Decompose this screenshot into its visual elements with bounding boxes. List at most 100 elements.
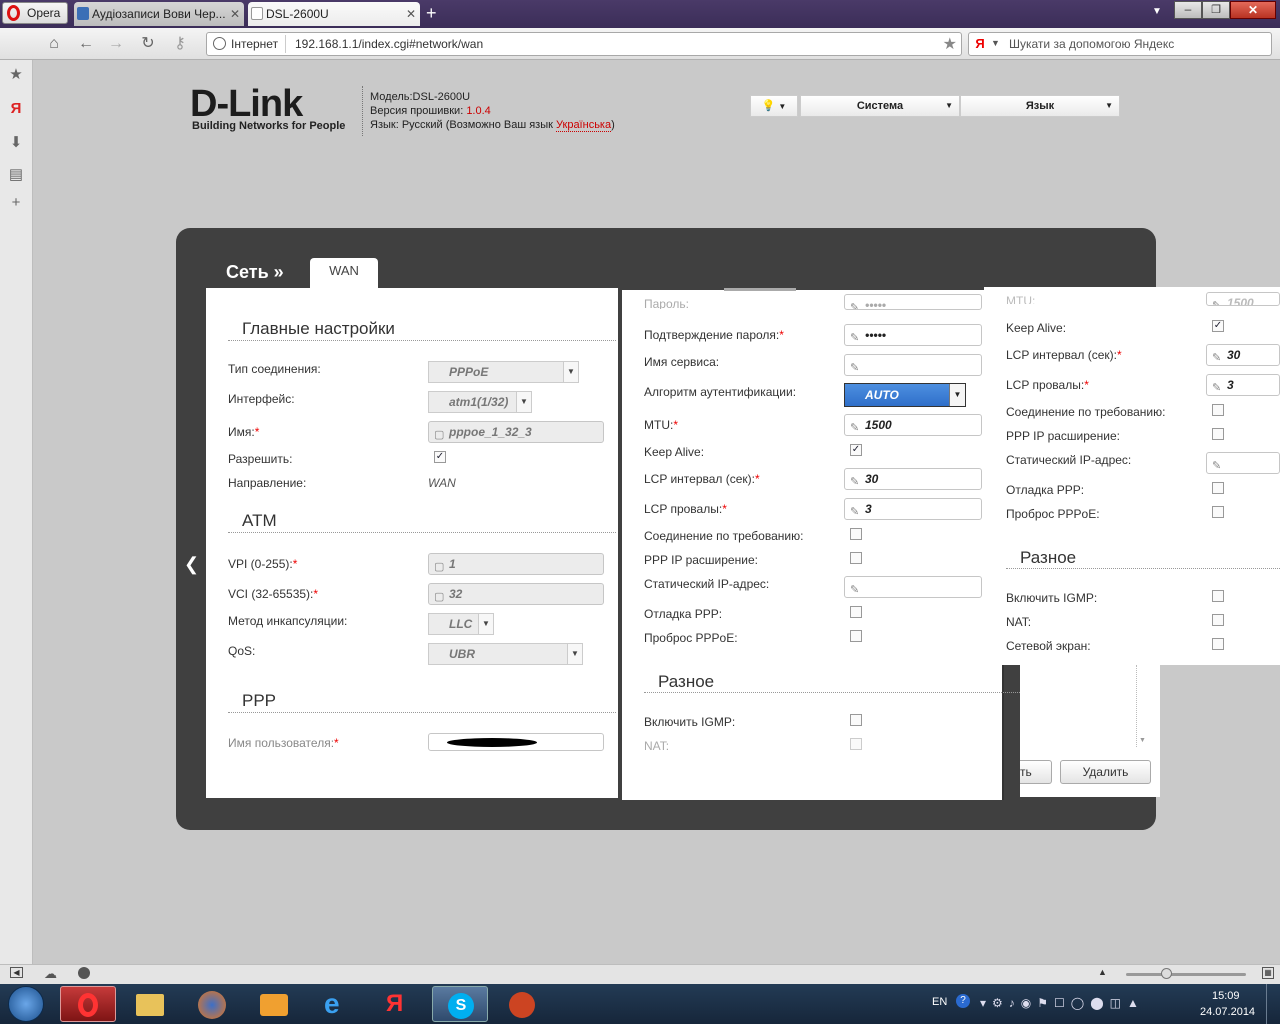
igmp-checkbox-2[interactable] [1212, 590, 1224, 602]
tab-list-icon[interactable]: ▼ [1152, 6, 1162, 17]
taskbar-ie[interactable]: e [308, 986, 364, 1022]
lcp-interval-input[interactable]: ✎ 30 [844, 468, 982, 490]
conn-type-select[interactable]: PPPoE ▼ [428, 361, 579, 383]
ppp-debug-checkbox[interactable] [850, 606, 862, 618]
taskbar-media[interactable] [246, 986, 302, 1022]
reload-icon[interactable]: ↻ [138, 34, 158, 54]
service-input[interactable]: ✎ [844, 354, 982, 376]
zoom-icon[interactable]: ▦ [1262, 967, 1274, 979]
pppoe-passthrough-checkbox[interactable] [850, 630, 862, 642]
pencil-icon: ✎ [1212, 300, 1222, 306]
save-button[interactable]: ть [1020, 760, 1052, 784]
pencil-icon: ✎ [850, 584, 860, 596]
ppp-ip-ext-checkbox[interactable] [850, 552, 862, 564]
download-icon[interactable]: ⬇ [7, 134, 25, 152]
pencil-icon: ✎ [850, 506, 860, 518]
firmware-version: 1.0.4 [466, 105, 491, 117]
on-demand-checkbox[interactable] [850, 528, 862, 540]
qos-select[interactable]: UBR ▼ [428, 643, 583, 665]
qos-value: UBR [449, 647, 475, 661]
taskbar-explorer[interactable] [122, 986, 178, 1022]
pppoe-passthrough-checkbox-2[interactable] [1212, 506, 1224, 518]
interface-select[interactable]: atm1(1/32) ▼ [428, 391, 532, 413]
tray-icons[interactable]: ▾⚙♪◉⚑☐◯⬤◫▲ [980, 996, 1145, 1010]
nat-checkbox-2[interactable] [1212, 614, 1224, 626]
enable-checkbox[interactable]: ✓ [434, 451, 446, 463]
password-confirm-input[interactable]: ✎ ••••• [844, 324, 982, 346]
keepalive-checkbox[interactable]: ✓ [850, 444, 862, 456]
language-indicator[interactable]: EN [932, 996, 947, 1008]
tab-close-icon[interactable]: ✕ [406, 2, 416, 26]
language-link[interactable]: Українська [556, 119, 612, 132]
igmp-checkbox[interactable] [850, 714, 862, 726]
close-window-button[interactable]: ✕ [1230, 1, 1276, 19]
cloud-icon[interactable]: ☁ [44, 966, 57, 982]
minimize-button[interactable]: – [1174, 1, 1202, 19]
tab-wan[interactable]: WAN [310, 258, 378, 290]
bookmark-star-icon[interactable]: ★ [943, 34, 957, 54]
section-title[interactable]: Сеть » [226, 262, 284, 283]
yandex-sidebar-icon[interactable]: Я [7, 100, 25, 118]
tab-audio[interactable]: Аудіозаписи Вови Чер... ✕ [74, 2, 244, 26]
static-ip-input[interactable]: ✎ [844, 576, 982, 598]
forward-icon[interactable]: → [106, 34, 126, 54]
arrow-up-icon[interactable]: ▲ [1098, 967, 1107, 977]
taskbar-opera[interactable] [60, 986, 116, 1022]
speed-dial-icon[interactable] [78, 967, 90, 979]
firewall-checkbox[interactable] [1212, 638, 1224, 650]
lcp-interval-input-2[interactable]: ✎ 30 [1206, 344, 1280, 366]
ppp-ip-ext-checkbox-2[interactable] [1212, 428, 1224, 440]
taskbar-app[interactable] [494, 986, 550, 1022]
zoom-slider[interactable] [1126, 973, 1246, 976]
keepalive-checkbox-2[interactable]: ✓ [1212, 320, 1224, 332]
auth-select[interactable]: AUTO ▼ [844, 383, 966, 407]
name-input[interactable]: ▢ pppoe_1_32_3 [428, 421, 604, 443]
lcp-fail-input-2[interactable]: ✎ 3 [1206, 374, 1280, 396]
url-field[interactable]: Інтернет 192.168.1.1/index.cgi#network/w… [206, 32, 962, 56]
search-engine-dropdown-icon[interactable]: ▼ [991, 38, 1000, 48]
vci-input[interactable]: ▢ 32 [428, 583, 604, 605]
notifications-button[interactable]: 💡 ▼ [750, 95, 798, 117]
taskbar-firefox[interactable] [184, 986, 240, 1022]
help-icon[interactable]: ? [956, 994, 970, 1008]
search-field[interactable]: Я ▼ Шукати за допомогою Яндекс [968, 32, 1272, 56]
encap-select[interactable]: LLC ▼ [428, 613, 494, 635]
tab-dsl[interactable]: DSL-2600U ✕ [248, 2, 420, 26]
password-input[interactable]: ✎ ••••• [844, 294, 982, 310]
zoom-slider-handle[interactable] [1161, 968, 1172, 979]
restore-button[interactable]: ❐ [1202, 1, 1230, 19]
mtu-input-2[interactable]: ✎ 1500 [1206, 292, 1280, 306]
back-icon[interactable]: ← [76, 34, 96, 54]
new-tab-button[interactable]: + [426, 2, 437, 24]
scroll-down-icon[interactable]: ▼ [1139, 737, 1146, 744]
static-ip-label: Статический IP-адрес: [644, 577, 770, 591]
igmp-label-2: Включить IGMP: [1006, 591, 1098, 605]
static-ip-input-2[interactable]: ✎ [1206, 452, 1280, 474]
username-input[interactable] [428, 733, 604, 751]
nat-checkbox[interactable] [850, 738, 862, 750]
home-icon[interactable]: ⌂ [44, 34, 64, 54]
star-icon[interactable]: ★ [7, 66, 25, 84]
system-menu[interactable]: Система ▼ [800, 95, 960, 117]
taskbar-skype[interactable]: S [432, 986, 488, 1022]
language-menu[interactable]: Язык ▼ [960, 95, 1120, 117]
delete-button[interactable]: Удалить [1060, 760, 1151, 784]
add-panel-icon[interactable]: + [7, 194, 25, 212]
on-demand-checkbox-2[interactable] [1212, 404, 1224, 416]
tab-close-icon[interactable]: ✕ [230, 2, 240, 26]
opera-menu-button[interactable]: Opera [2, 2, 68, 24]
key-icon[interactable]: ⚷ [170, 34, 190, 54]
ppp-debug-checkbox-2[interactable] [1212, 482, 1224, 494]
firefox-icon [198, 991, 226, 1019]
start-button[interactable] [8, 986, 44, 1022]
vpi-input[interactable]: ▢ 1 [428, 553, 604, 575]
taskbar-yandex[interactable]: Я [370, 986, 426, 1022]
lcp-fail-input[interactable]: ✎ 3 [844, 498, 982, 520]
show-desktop-button[interactable] [1266, 984, 1280, 1024]
pppoe-passthrough-label-2: Проброс PPPoE: [1006, 507, 1100, 521]
panel-toggle-icon[interactable]: ◀ [10, 967, 23, 978]
notes-icon[interactable]: ▤ [7, 166, 25, 184]
vertical-scrollbar[interactable]: ▼ [1136, 665, 1148, 747]
mtu-input[interactable]: ✎ 1500 [844, 414, 982, 436]
back-arrow-icon[interactable]: ❮ [184, 554, 199, 575]
